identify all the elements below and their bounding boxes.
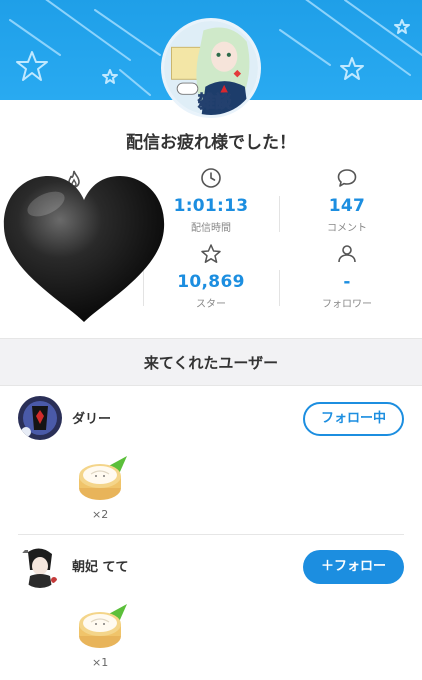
following-button[interactable]: フォロー中 xyxy=(303,402,404,436)
stream-finished-title: 配信お疲れ様でした！ xyxy=(126,133,296,153)
user-row: 朝妃 てて ＋フォロー xyxy=(0,536,422,596)
steamed-bun-gift-icon xyxy=(79,456,127,500)
stat-followers: - フォロワー xyxy=(279,242,415,310)
user-name[interactable]: 朝妃 てて xyxy=(72,556,129,575)
followers-label: フォロワー xyxy=(322,299,372,310)
visitors-section-header: 来てくれたユーザー xyxy=(0,338,422,386)
steamed-bun-gift-icon xyxy=(79,604,127,648)
gift-count: ×1 xyxy=(92,656,109,669)
comments-value: 147 xyxy=(328,196,366,216)
user-avatar-image xyxy=(18,544,62,588)
follow-button[interactable]: ＋フォロー xyxy=(303,550,404,584)
speech-bubble-icon xyxy=(337,169,357,187)
avatar[interactable] xyxy=(18,396,62,440)
user-name[interactable]: ダリー xyxy=(72,408,111,427)
user-avatar-image xyxy=(18,396,62,440)
stats-divider xyxy=(279,270,280,306)
avatar[interactable] xyxy=(18,544,62,588)
comments-label: コメント xyxy=(327,223,367,234)
vtuber-avatar-thumbnail: 雑談 xyxy=(164,21,258,115)
clock-icon xyxy=(201,168,221,188)
user-row: ダリー フォロー中 xyxy=(0,388,422,448)
row-divider xyxy=(18,534,404,535)
svg-text:雑談: 雑談 xyxy=(197,91,232,111)
person-icon xyxy=(338,245,356,263)
stats-divider xyxy=(279,196,280,232)
black-heart-sticker xyxy=(3,176,165,322)
streamer-avatar[interactable]: 雑談 xyxy=(161,18,261,118)
gift-count: ×2 xyxy=(92,508,109,521)
stat-comments: 147 コメント xyxy=(279,166,415,234)
followers-value: - xyxy=(343,272,351,292)
star-icon xyxy=(201,244,221,263)
